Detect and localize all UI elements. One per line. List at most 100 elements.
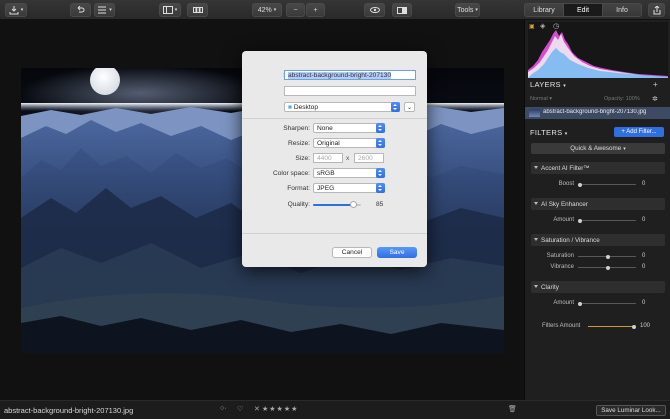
tab-library-label: Library <box>533 6 555 14</box>
export-dialog: Save As: abstract-background-bright-2071… <box>242 51 427 267</box>
colorspace-label: Color space: <box>272 170 310 177</box>
clarity-amount-slider[interactable] <box>578 301 636 306</box>
quality-slider-knob[interactable] <box>350 201 358 208</box>
filename: abstract-background-bright-207130.jpg <box>4 406 134 415</box>
import-button[interactable]: ▾ <box>5 3 27 17</box>
height-input[interactable]: 2600 <box>354 153 384 163</box>
slider-knob[interactable] <box>578 182 582 187</box>
opacity-value: 100% <box>625 96 640 102</box>
quality-slider[interactable] <box>313 201 361 208</box>
cancel-button[interactable]: Cancel <box>332 247 372 258</box>
color-label-icon[interactable]: ○· <box>220 405 227 412</box>
filter-section-title: Saturation / Vibrance <box>541 236 600 244</box>
tab-info-label: Info <box>616 6 628 14</box>
add-layer-icon[interactable]: + <box>653 80 658 89</box>
divider <box>242 118 427 119</box>
blend-mode-value: Normal <box>530 96 548 102</box>
filters-amount-slider[interactable] <box>588 324 636 329</box>
filmstrip-button[interactable] <box>187 3 208 17</box>
chevron-down-icon: ⌄ <box>406 104 413 111</box>
view-toggle-button[interactable]: ▾ <box>159 3 181 17</box>
chevron-updown-icon <box>376 123 385 133</box>
save-as-input[interactable]: abstract-background-bright-207130 <box>284 70 416 80</box>
folder-icon: ■ <box>288 104 292 111</box>
history-button[interactable]: ▾ <box>94 3 115 17</box>
chevron-updown-icon <box>391 102 400 112</box>
expand-button[interactable]: ⌄ <box>404 102 415 112</box>
slider-knob[interactable] <box>606 254 610 259</box>
resize-select[interactable]: Original <box>313 138 385 148</box>
opacity-control[interactable]: Opacity: 100% <box>604 96 640 102</box>
gear-icon[interactable]: ✲ <box>652 95 658 103</box>
filter-section-ai-sky[interactable]: AI Sky Enhancer <box>531 198 665 210</box>
chevron-updown-icon <box>376 168 385 178</box>
share-button[interactable] <box>648 3 665 17</box>
filters-amount-label: Filters Amount <box>542 323 581 329</box>
tools-menu-button[interactable]: Tools ▾ <box>455 3 480 17</box>
width-input[interactable]: 4400 <box>313 153 343 163</box>
save-look-button[interactable]: Save Luminar Look... <box>596 405 666 416</box>
slider-value: 0 <box>642 264 646 270</box>
slider-knob[interactable] <box>606 265 610 270</box>
save-button[interactable]: Save <box>377 247 417 258</box>
sky-amount-slider[interactable] <box>578 218 636 223</box>
chevron-down-icon: ▾ <box>623 145 626 152</box>
slider-value: 0 <box>642 181 646 187</box>
tab-edit[interactable]: Edit <box>563 3 603 17</box>
tags-input[interactable] <box>284 86 416 96</box>
slider-knob[interactable] <box>578 218 582 223</box>
filter-section-saturation-vibrance[interactable]: Saturation / Vibrance <box>531 234 665 246</box>
tab-info[interactable]: Info <box>602 3 642 17</box>
reject-icon[interactable]: ✕ <box>254 405 260 413</box>
minus-icon: − <box>293 6 298 14</box>
filter-section-clarity[interactable]: Clarity <box>531 281 665 293</box>
save-as-value: abstract-background-bright-207130 <box>288 72 391 79</box>
undo-icon <box>77 6 85 13</box>
chevron-updown-icon <box>376 183 385 193</box>
histogram-toggle-icon[interactable]: ▣ <box>529 23 535 30</box>
slider-label: Vibrance <box>550 264 574 270</box>
history-icon <box>98 6 107 14</box>
chevron-updown-icon <box>376 138 385 148</box>
slider-label: Amount <box>553 217 574 223</box>
chevron-down-icon: ▾ <box>564 131 568 137</box>
sharpen-select[interactable]: None <box>313 123 385 133</box>
saturation-slider[interactable] <box>578 254 636 259</box>
undo-button[interactable] <box>70 3 91 17</box>
zoom-in-button[interactable]: + <box>306 3 325 17</box>
layer-thumbnail <box>529 109 540 117</box>
layers-stack-icon[interactable]: ◈ <box>540 22 545 30</box>
blend-mode-select[interactable]: Normal ▾ <box>530 96 552 102</box>
preview-button[interactable] <box>364 3 385 17</box>
layer-name: abstract-background-bright-207130.jpg <box>543 109 647 115</box>
opacity-label: Opacity: <box>604 96 625 102</box>
compare-icon <box>397 6 407 14</box>
where-select[interactable]: ■ Desktop <box>284 102 400 112</box>
sharpen-label: Sharpen: <box>283 125 310 132</box>
compare-button[interactable] <box>392 3 412 17</box>
vibrance-slider[interactable] <box>578 265 636 270</box>
slider-knob[interactable] <box>632 324 636 329</box>
plus-icon: + <box>313 6 318 14</box>
add-filter-button[interactable]: + Add Filter... <box>614 127 664 137</box>
size-separator: x <box>346 155 350 162</box>
boost-slider[interactable] <box>578 182 636 187</box>
quality-label: Quality: <box>287 201 310 208</box>
clock-icon[interactable]: ◷ <box>553 22 559 30</box>
where-value: Desktop <box>293 104 319 111</box>
zoom-out-button[interactable]: − <box>286 3 305 17</box>
tab-library[interactable]: Library <box>524 3 564 17</box>
heart-icon[interactable]: ♡ <box>237 405 243 413</box>
format-label: Format: <box>287 185 310 192</box>
top-toolbar: ▾ ▾ ▾ 42% ▾ − + Tools ▾ Library Edit Inf… <box>0 0 670 20</box>
sharpen-value: None <box>317 125 333 132</box>
filter-section-accent-ai[interactable]: Accent AI Filter™ <box>531 162 665 174</box>
format-select[interactable]: JPEG <box>313 183 385 193</box>
colorspace-select[interactable]: sRGB <box>313 168 385 178</box>
share-icon <box>653 5 660 14</box>
preset-select[interactable]: Quick & Awesome ▾ <box>531 143 665 154</box>
slider-knob[interactable] <box>578 301 582 306</box>
star-rating[interactable]: ★★★★★ <box>262 405 298 413</box>
zoom-select[interactable]: 42% ▾ <box>252 3 282 17</box>
trash-icon[interactable]: 🗑 <box>508 405 517 413</box>
